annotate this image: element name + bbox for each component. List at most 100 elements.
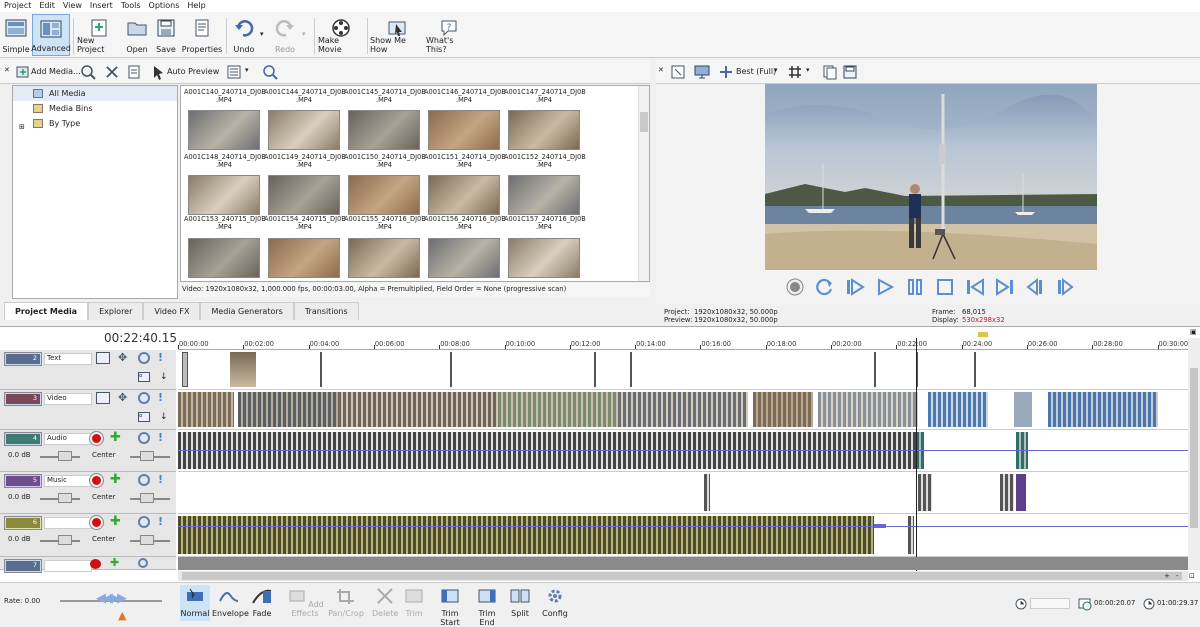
- pan-slider-thumb[interactable]: [140, 451, 154, 461]
- timeline-clip[interactable]: [630, 352, 632, 387]
- track-fx-icon[interactable]: ✚: [110, 556, 119, 569]
- track-lane[interactable]: [178, 514, 1188, 557]
- rate-slider-handle[interactable]: ◀◀▶▶: [96, 591, 127, 606]
- open-button[interactable]: Open: [124, 14, 150, 56]
- arm-record-icon[interactable]: [90, 516, 103, 529]
- selection-length-field[interactable]: 01:00:29.37: [1157, 599, 1198, 607]
- media-thumbnail[interactable]: [428, 110, 500, 150]
- simple-button[interactable]: Simple: [2, 14, 30, 56]
- fade-tool[interactable]: Fade: [248, 585, 276, 621]
- track-header[interactable]: 3 Video ✥! α ↓: [0, 390, 176, 430]
- solo-icon[interactable]: !: [158, 391, 163, 404]
- menu-insert[interactable]: Insert: [86, 0, 117, 12]
- track-header[interactable]: 6 ✚! 0.0 dB Center: [0, 514, 176, 557]
- media-thumbnail[interactable]: [508, 175, 580, 215]
- previous-frame-icon[interactable]: [1025, 277, 1045, 297]
- mute-icon[interactable]: [138, 474, 150, 486]
- timeline-clip[interactable]: [818, 392, 918, 427]
- timeline-clip[interactable]: [450, 352, 452, 387]
- timeline-clip[interactable]: [704, 474, 710, 511]
- motion-icon[interactable]: ✥: [118, 391, 127, 404]
- timeline-clip[interactable]: [918, 474, 932, 511]
- expand-track-icon[interactable]: ↓: [160, 412, 168, 422]
- stop-icon[interactable]: [935, 277, 955, 297]
- track-lane[interactable]: [178, 472, 1188, 514]
- add-media-button[interactable]: Add Media...: [31, 67, 81, 76]
- zoom-in-icon[interactable]: +: [1164, 572, 1170, 580]
- arm-record-icon[interactable]: [90, 559, 101, 569]
- track-header[interactable]: 4 Audio ✚! 0.0 dB Center: [0, 430, 176, 472]
- menu-help[interactable]: Help: [183, 0, 209, 12]
- grid-dropdown-icon[interactable]: ▾: [806, 66, 810, 74]
- solo-icon[interactable]: !: [158, 351, 163, 364]
- timeline-clip[interactable]: [338, 392, 498, 427]
- media-search-icon[interactable]: [80, 64, 96, 80]
- mute-icon[interactable]: [138, 558, 148, 568]
- timeline-ruler[interactable]: 00:00:00 00:02:00 00:04:00 00:06:00 00:08:00…: [178, 338, 1190, 350]
- media-thumbnail[interactable]: [508, 238, 580, 278]
- timeline-clip[interactable]: [498, 392, 618, 427]
- make-movie-button[interactable]: Make Movie: [318, 14, 364, 56]
- media-thumbnail[interactable]: [508, 110, 580, 150]
- remove-media-icon[interactable]: [104, 64, 120, 80]
- mute-icon[interactable]: [138, 352, 150, 364]
- timeline-clip[interactable]: [320, 352, 322, 387]
- envelope-tool[interactable]: Envelope: [212, 585, 249, 621]
- menu-tools[interactable]: Tools: [117, 0, 145, 12]
- timeline-clip[interactable]: [182, 352, 188, 387]
- timeline-horizontal-scrollbar[interactable]: [178, 571, 1188, 581]
- timeline-clip[interactable]: [1000, 474, 1014, 511]
- track-fx-icon[interactable]: ✚: [110, 514, 121, 529]
- solo-icon[interactable]: !: [158, 515, 163, 528]
- new-project-button[interactable]: New Project: [77, 14, 121, 56]
- volume-envelope-line[interactable]: [178, 450, 1188, 451]
- track-lane[interactable]: [178, 430, 1188, 472]
- compositing-mode-icon[interactable]: [96, 352, 110, 364]
- media-thumbnail[interactable]: [188, 238, 260, 278]
- split-button[interactable]: Split: [506, 585, 534, 621]
- preview-properties-icon[interactable]: [670, 64, 686, 80]
- selection-end-field[interactable]: 00:00:20.07: [1094, 599, 1135, 607]
- timeline-clip[interactable]: [1014, 392, 1032, 427]
- solo-icon[interactable]: !: [158, 473, 163, 486]
- properties-button[interactable]: Properties: [182, 14, 222, 56]
- timeline-clip[interactable]: [594, 352, 596, 387]
- auto-preview-button[interactable]: Auto Preview: [167, 67, 219, 76]
- timeline-clip[interactable]: [974, 352, 976, 387]
- save-snapshot-icon[interactable]: [842, 64, 858, 80]
- timeline-clip[interactable]: [178, 516, 874, 554]
- menu-view[interactable]: View: [59, 0, 86, 12]
- media-thumbnail[interactable]: [188, 110, 260, 150]
- media-thumbnail[interactable]: [348, 175, 420, 215]
- compositing-mode-icon[interactable]: [96, 392, 110, 404]
- tab-transitions[interactable]: Transitions: [293, 302, 359, 320]
- track-name[interactable]: Audio: [44, 433, 92, 445]
- loop-playback-icon[interactable]: [815, 277, 835, 297]
- track-name[interactable]: Video: [44, 393, 92, 405]
- trim-start-button[interactable]: Trim Start: [432, 585, 468, 627]
- volume-envelope-line[interactable]: [178, 526, 1188, 527]
- undo-button[interactable]: Undo: [230, 14, 258, 56]
- view-list-icon[interactable]: [226, 64, 242, 80]
- timeline-clip[interactable]: [1016, 474, 1026, 511]
- media-thumbnail[interactable]: [268, 238, 340, 278]
- pin-icon[interactable]: ✕: [658, 66, 664, 74]
- media-thumbnail[interactable]: [188, 175, 260, 215]
- timeline-clip[interactable]: [753, 392, 813, 427]
- timeline-clip[interactable]: [238, 392, 338, 427]
- media-thumbnail[interactable]: [348, 110, 420, 150]
- whats-this-button[interactable]: ? What's This?: [426, 14, 472, 56]
- preview-quality-select[interactable]: Best (Full): [736, 67, 776, 76]
- track-header[interactable]: 2 Text ✥! α ↓: [0, 350, 176, 390]
- timeline-vertical-scrollbar[interactable]: [1188, 338, 1200, 570]
- media-thumbnail[interactable]: [428, 175, 500, 215]
- track-lane[interactable]: [178, 350, 1188, 390]
- timeline-clip[interactable]: [874, 352, 876, 387]
- track-name[interactable]: [44, 560, 92, 572]
- track-fx-icon[interactable]: α: [138, 372, 150, 382]
- timeline-clip[interactable]: [230, 352, 256, 387]
- grid-overlay-icon[interactable]: [788, 64, 802, 80]
- solo-icon[interactable]: !: [158, 431, 163, 444]
- go-to-start-icon[interactable]: [965, 277, 985, 297]
- mute-icon[interactable]: [138, 516, 150, 528]
